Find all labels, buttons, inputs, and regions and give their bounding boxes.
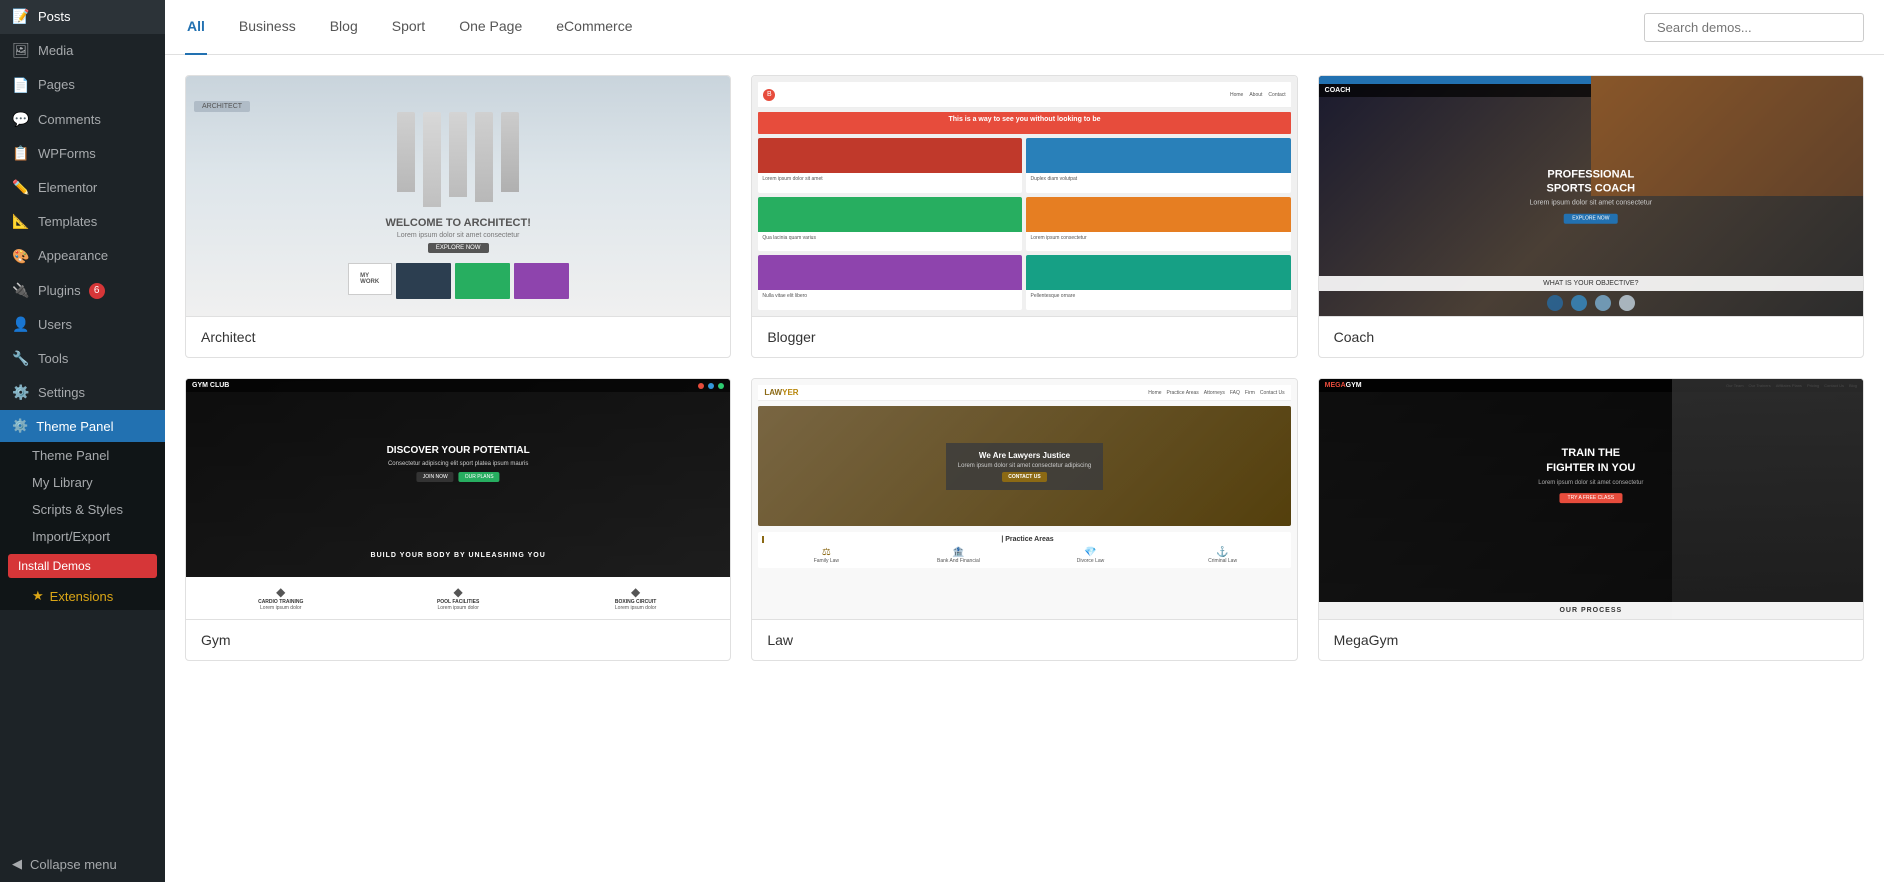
demo-card-blogger[interactable]: B Home About Contact This is a way to se…: [751, 75, 1297, 358]
demo-grid: ARCHITECT WELCOME TO ARCHITECT! Lorem ip…: [165, 55, 1884, 882]
templates-icon: 📐: [12, 213, 30, 231]
sidebar-item-label: Media: [38, 42, 73, 60]
sidebar-item-label: Users: [38, 316, 72, 334]
demo-card-megagym[interactable]: MEGAGYM Our Team Our Trainers Affiliates…: [1318, 378, 1864, 661]
submenu-item-my-library[interactable]: My Library: [0, 469, 165, 496]
submenu-item-theme-panel[interactable]: Theme Panel: [0, 442, 165, 469]
submenu-item-scripts-styles[interactable]: Scripts & Styles: [0, 496, 165, 523]
sidebar-item-settings[interactable]: ⚙️ Settings: [0, 376, 165, 410]
tab-all[interactable]: All: [185, 0, 207, 55]
sidebar-item-label: WPForms: [38, 145, 96, 163]
theme-panel-submenu: Theme Panel My Library Scripts & Styles …: [0, 442, 165, 610]
collapse-icon: ◀: [12, 856, 22, 872]
demo-preview-megagym: MEGAGYM Our Team Our Trainers Affiliates…: [1319, 379, 1863, 619]
demo-card-coach[interactable]: COACH HOME ABOUT SERVICES CONTACT PROFES…: [1318, 75, 1864, 358]
demo-card-gym[interactable]: GYM CLUB DISCOVER YOUR POTENTIAL Consect…: [185, 378, 731, 661]
posts-icon: 📝: [12, 8, 30, 26]
sidebar-item-media[interactable]: 🖼 Media: [0, 34, 165, 68]
search-input[interactable]: [1644, 13, 1864, 42]
elementor-icon: ✏️: [12, 179, 30, 197]
sidebar-item-posts[interactable]: 📝 Posts: [0, 0, 165, 34]
tab-ecommerce[interactable]: eCommerce: [554, 0, 634, 55]
main-content: All Business Blog Sport One Page eCommer…: [165, 0, 1884, 882]
appearance-icon: 🎨: [12, 247, 30, 265]
demo-card-architect[interactable]: ARCHITECT WELCOME TO ARCHITECT! Lorem ip…: [185, 75, 731, 358]
sidebar-item-wpforms[interactable]: 📋 WPForms: [0, 137, 165, 171]
theme-panel-icon: ⚙️: [12, 418, 28, 434]
users-icon: 👤: [12, 316, 30, 334]
demo-title-law: Law: [752, 619, 1296, 660]
collapse-menu-button[interactable]: ◀ Collapse menu: [0, 846, 165, 882]
sidebar-item-label: Elementor: [38, 179, 97, 197]
sidebar-item-label: Posts: [38, 8, 71, 26]
sidebar-item-label: Pages: [38, 76, 75, 94]
sidebar-item-label: Comments: [38, 111, 101, 129]
tab-sport[interactable]: Sport: [390, 0, 427, 55]
media-icon: 🖼: [12, 42, 30, 60]
sidebar-item-elementor[interactable]: ✏️ Elementor: [0, 171, 165, 205]
plugins-icon: 🔌: [12, 282, 30, 300]
settings-icon: ⚙️: [12, 384, 30, 402]
sidebar-item-label: Appearance: [38, 247, 108, 265]
sidebar-item-users[interactable]: 👤 Users: [0, 308, 165, 342]
sidebar-item-label: Templates: [38, 213, 97, 231]
sidebar-item-label: Plugins: [38, 282, 81, 300]
comments-icon: 💬: [12, 111, 30, 129]
demo-preview-law: LAWYER HomePractice AreasAttorneysFAQFir…: [752, 379, 1296, 619]
pages-icon: 📄: [12, 76, 30, 94]
submenu-item-import-export[interactable]: Import/Export: [0, 523, 165, 550]
plugins-badge: 6: [89, 283, 105, 299]
filter-bar: All Business Blog Sport One Page eCommer…: [165, 0, 1884, 55]
sidebar: 📝 Posts 🖼 Media 📄 Pages 💬 Comments 📋 WPF…: [0, 0, 165, 882]
demo-title-megagym: MegaGym: [1319, 619, 1863, 660]
demo-title-blogger: Blogger: [752, 316, 1296, 357]
sidebar-item-tools[interactable]: 🔧 Tools: [0, 342, 165, 376]
star-icon: ★: [32, 588, 44, 604]
wpforms-icon: 📋: [12, 145, 30, 163]
sidebar-item-templates[interactable]: 📐 Templates: [0, 205, 165, 239]
tab-one-page[interactable]: One Page: [457, 0, 524, 55]
sidebar-item-label: Settings: [38, 384, 85, 402]
submenu-item-extensions[interactable]: ★ Extensions: [0, 582, 165, 610]
tab-blog[interactable]: Blog: [328, 0, 360, 55]
sidebar-item-comments[interactable]: 💬 Comments: [0, 103, 165, 137]
tools-icon: 🔧: [12, 350, 30, 368]
sidebar-item-pages[interactable]: 📄 Pages: [0, 68, 165, 102]
sidebar-item-plugins[interactable]: 🔌 Plugins 6: [0, 274, 165, 308]
demo-preview-architect: ARCHITECT WELCOME TO ARCHITECT! Lorem ip…: [186, 76, 730, 316]
demo-preview-coach: COACH HOME ABOUT SERVICES CONTACT PROFES…: [1319, 76, 1863, 316]
demo-title-coach: Coach: [1319, 316, 1863, 357]
demo-title-gym: Gym: [186, 619, 730, 660]
sidebar-item-label: Tools: [38, 350, 68, 368]
sidebar-item-theme-panel[interactable]: ⚙️ Theme Panel: [0, 410, 165, 442]
sidebar-item-label: Theme Panel: [36, 419, 113, 434]
tab-business[interactable]: Business: [237, 0, 298, 55]
demo-card-law[interactable]: LAWYER HomePractice AreasAttorneysFAQFir…: [751, 378, 1297, 661]
install-demos-button[interactable]: Install Demos: [8, 554, 157, 578]
demo-preview-gym: GYM CLUB DISCOVER YOUR POTENTIAL Consect…: [186, 379, 730, 619]
sidebar-item-appearance[interactable]: 🎨 Appearance: [0, 239, 165, 273]
demo-title-architect: Architect: [186, 316, 730, 357]
demo-preview-blogger: B Home About Contact This is a way to se…: [752, 76, 1296, 316]
